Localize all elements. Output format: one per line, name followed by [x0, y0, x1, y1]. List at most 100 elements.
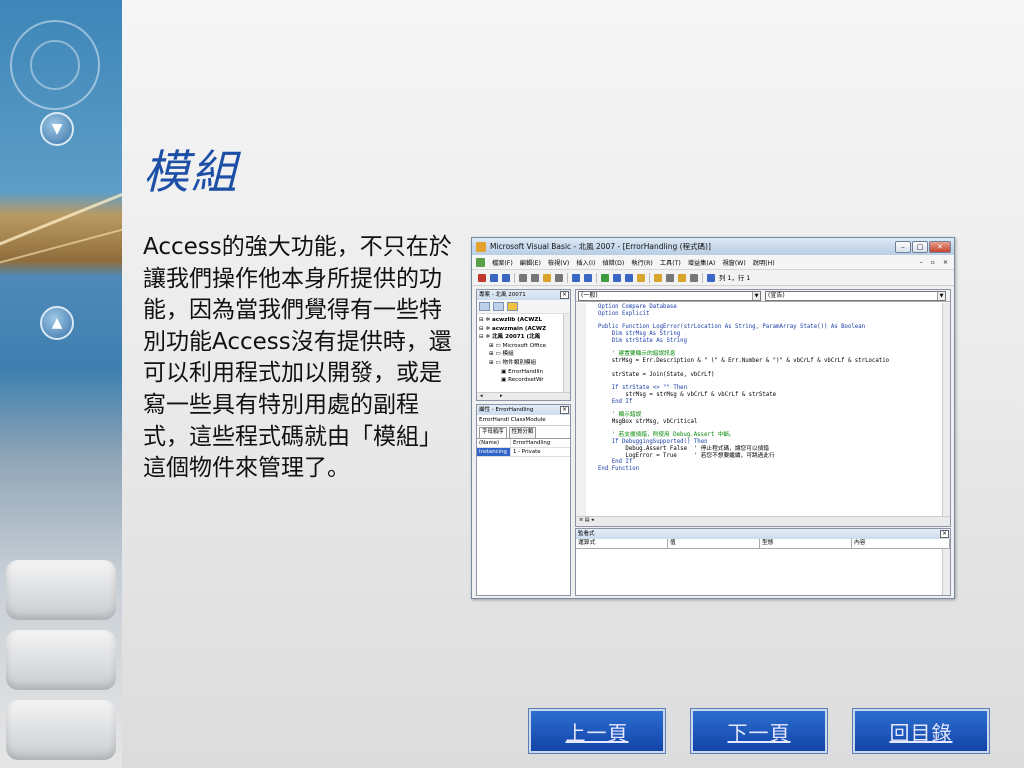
- vbe-toolbar: 列 1，行 1: [472, 270, 954, 286]
- tab-categorized[interactable]: 性質分類: [508, 427, 537, 438]
- menu-help[interactable]: 說明(H): [753, 258, 775, 267]
- undo-icon[interactable]: [572, 273, 580, 282]
- tree-item[interactable]: ⊟ ✲ acwzmain (ACWZ: [479, 325, 568, 334]
- close-button[interactable]: ✕: [929, 240, 951, 253]
- menu-tools[interactable]: 工具(T): [660, 258, 681, 267]
- vertical-scrollbar[interactable]: [563, 314, 570, 392]
- code-line: Debug.Assert False ' 停止程式碼，讓您可以偵錯: [598, 445, 769, 452]
- module-icon: ⊟ ✲: [479, 334, 492, 341]
- save-icon[interactable]: [502, 273, 510, 282]
- column-expression[interactable]: 運算式: [576, 539, 668, 548]
- procedure-combo[interactable]: (宣告) ▼: [765, 291, 946, 301]
- project-explorer-pane: 專案 - 北風 20071 × ⊟ ✲ acwzlib (ACWZL ⊟ ✲ acw…: [476, 289, 571, 401]
- code-line: ' 顯示錯誤: [598, 412, 642, 418]
- table-row[interactable]: (Name) ErrorHandling: [477, 439, 570, 448]
- design-mode-icon[interactable]: [637, 273, 645, 282]
- vbe-window: Microsoft Visual Basic - 北風 2007 - [Erro…: [471, 237, 955, 599]
- close-icon[interactable]: ×: [940, 530, 949, 538]
- next-page-button[interactable]: 下一頁: [690, 708, 828, 754]
- vertical-scrollbar[interactable]: [942, 303, 950, 516]
- reset-icon[interactable]: [625, 273, 633, 282]
- insert-module-icon[interactable]: [490, 273, 498, 282]
- vbe-menu-bar: 檔案(F) 編輯(E) 檢視(V) 插入(I) 偵錯(D) 執行(R) 工具(T…: [472, 255, 954, 270]
- menu-file[interactable]: 檔案(F): [492, 258, 513, 267]
- paste-icon[interactable]: [543, 273, 551, 282]
- object-browser-icon[interactable]: [678, 273, 686, 282]
- keyboard-key-image: [6, 700, 116, 760]
- column-context[interactable]: 內容: [852, 539, 950, 548]
- module-icon: ⊟ ✲: [479, 317, 492, 323]
- tree-item[interactable]: ▣ ErrorHandlin: [479, 368, 568, 377]
- decorative-light-ray: [0, 172, 122, 251]
- tree-item[interactable]: ⊟ ✲ acwzlib (ACWZL: [479, 316, 568, 325]
- menu-view[interactable]: 檢視(V): [548, 258, 569, 267]
- watch-column-headers: 運算式 值 型態 內容: [576, 539, 950, 549]
- chevron-down-icon: ▼: [937, 292, 945, 300]
- column-type[interactable]: 型態: [760, 539, 852, 548]
- horizontal-scrollbar[interactable]: ≡ ▤ ◂: [576, 516, 950, 526]
- code-line: ' 若支援偵錯，則使用 Debug.Assert 中斷。: [598, 432, 735, 439]
- properties-table: (Name) ErrorHandling Instancing 1 - Priv…: [477, 438, 570, 457]
- tree-item[interactable]: ⊞ ▭ 物件類別模組: [479, 359, 568, 368]
- toggle-folders-icon[interactable]: [507, 302, 518, 311]
- properties-object-select[interactable]: ErrorHandl ClassModule: [477, 415, 570, 426]
- menu-edit[interactable]: 編輯(E): [520, 258, 541, 267]
- vbe-window-title: Microsoft Visual Basic - 北風 2007 - [Erro…: [490, 242, 711, 251]
- menu-window[interactable]: 視窗(W): [722, 258, 745, 267]
- redo-icon[interactable]: [584, 273, 592, 282]
- code-line: strState = Join(State, vbCrLf): [598, 371, 715, 378]
- pause-icon[interactable]: [613, 273, 621, 282]
- vbe-title-bar: Microsoft Visual Basic - 北風 2007 - [Erro…: [472, 238, 954, 255]
- inner-close-icon[interactable]: ×: [943, 259, 948, 266]
- code-line: Public Function LogError(strLocation As …: [598, 324, 866, 331]
- menu-run[interactable]: 執行(R): [631, 258, 653, 267]
- properties-icon[interactable]: [666, 273, 674, 282]
- project-explorer-icon[interactable]: [654, 273, 662, 282]
- view-access-icon[interactable]: [478, 273, 486, 282]
- view-object-icon[interactable]: [493, 302, 504, 311]
- toolbox-icon[interactable]: [690, 273, 698, 282]
- menu-insert[interactable]: 插入(I): [576, 258, 595, 267]
- tree-item[interactable]: ⊞ ▭ 模組: [479, 350, 568, 359]
- close-icon[interactable]: ×: [560, 406, 569, 414]
- watch-window-title: 監看式: [578, 531, 595, 537]
- find-icon[interactable]: [555, 273, 563, 282]
- view-code-icon[interactable]: [479, 302, 490, 311]
- properties-pane: 屬性 - ErrorHandling × ErrorHandl ClassModu…: [476, 404, 571, 596]
- code-line: End If: [598, 398, 633, 405]
- menu-debug[interactable]: 偵錯(D): [602, 258, 624, 267]
- tree-item[interactable]: ⊟ ✲ 北風 20071 (北風: [479, 333, 568, 342]
- access-view-icon[interactable]: [476, 257, 485, 267]
- minimize-button[interactable]: –: [895, 240, 911, 253]
- prev-page-button[interactable]: 上一頁: [528, 708, 666, 754]
- code-window: (一般) ▼ (宣告) ▼ Option Compare Database Optio…: [575, 289, 951, 527]
- tree-item[interactable]: ⊞ ▭ Microsoft Office: [479, 342, 568, 351]
- object-combo[interactable]: (一般) ▼: [578, 291, 761, 301]
- table-of-contents-button[interactable]: 回目錄: [852, 708, 990, 754]
- help-icon[interactable]: [707, 273, 715, 282]
- code-editor[interactable]: Option Compare Database Option Explicit P…: [576, 303, 942, 516]
- inner-restore-icon[interactable]: ▫: [931, 259, 935, 266]
- code-line: End Function: [598, 466, 640, 472]
- maximize-button[interactable]: □: [912, 240, 928, 253]
- column-value[interactable]: 值: [668, 539, 760, 548]
- tree-item[interactable]: ▣ RecordsetWr: [479, 376, 568, 385]
- menu-addins[interactable]: 增益集(A): [688, 258, 716, 267]
- table-row[interactable]: Instancing 1 - Private: [477, 448, 570, 457]
- properties-pane-title: 屬性 - ErrorHandling: [479, 407, 534, 413]
- inner-minimize-icon[interactable]: –: [920, 259, 923, 266]
- project-pane-title: 專案 - 北風 20071: [479, 292, 526, 298]
- watch-window: 監看式 × 運算式 值 型態 內容: [575, 528, 951, 596]
- tab-alphabetic[interactable]: 字母順序: [479, 427, 507, 438]
- module-icon: ⊟ ✲: [479, 325, 492, 332]
- copy-icon[interactable]: [531, 273, 539, 282]
- vertical-scrollbar[interactable]: [942, 549, 950, 595]
- horizontal-scrollbar[interactable]: ◂ ▸: [477, 392, 570, 400]
- cut-icon[interactable]: [519, 273, 527, 282]
- close-icon[interactable]: ×: [560, 291, 569, 299]
- folder-icon: ⊞ ▭: [489, 342, 503, 349]
- code-line: strMsg = strMsg & vbCrLf & vbCrLf & strS…: [598, 391, 777, 398]
- run-icon[interactable]: [601, 273, 609, 282]
